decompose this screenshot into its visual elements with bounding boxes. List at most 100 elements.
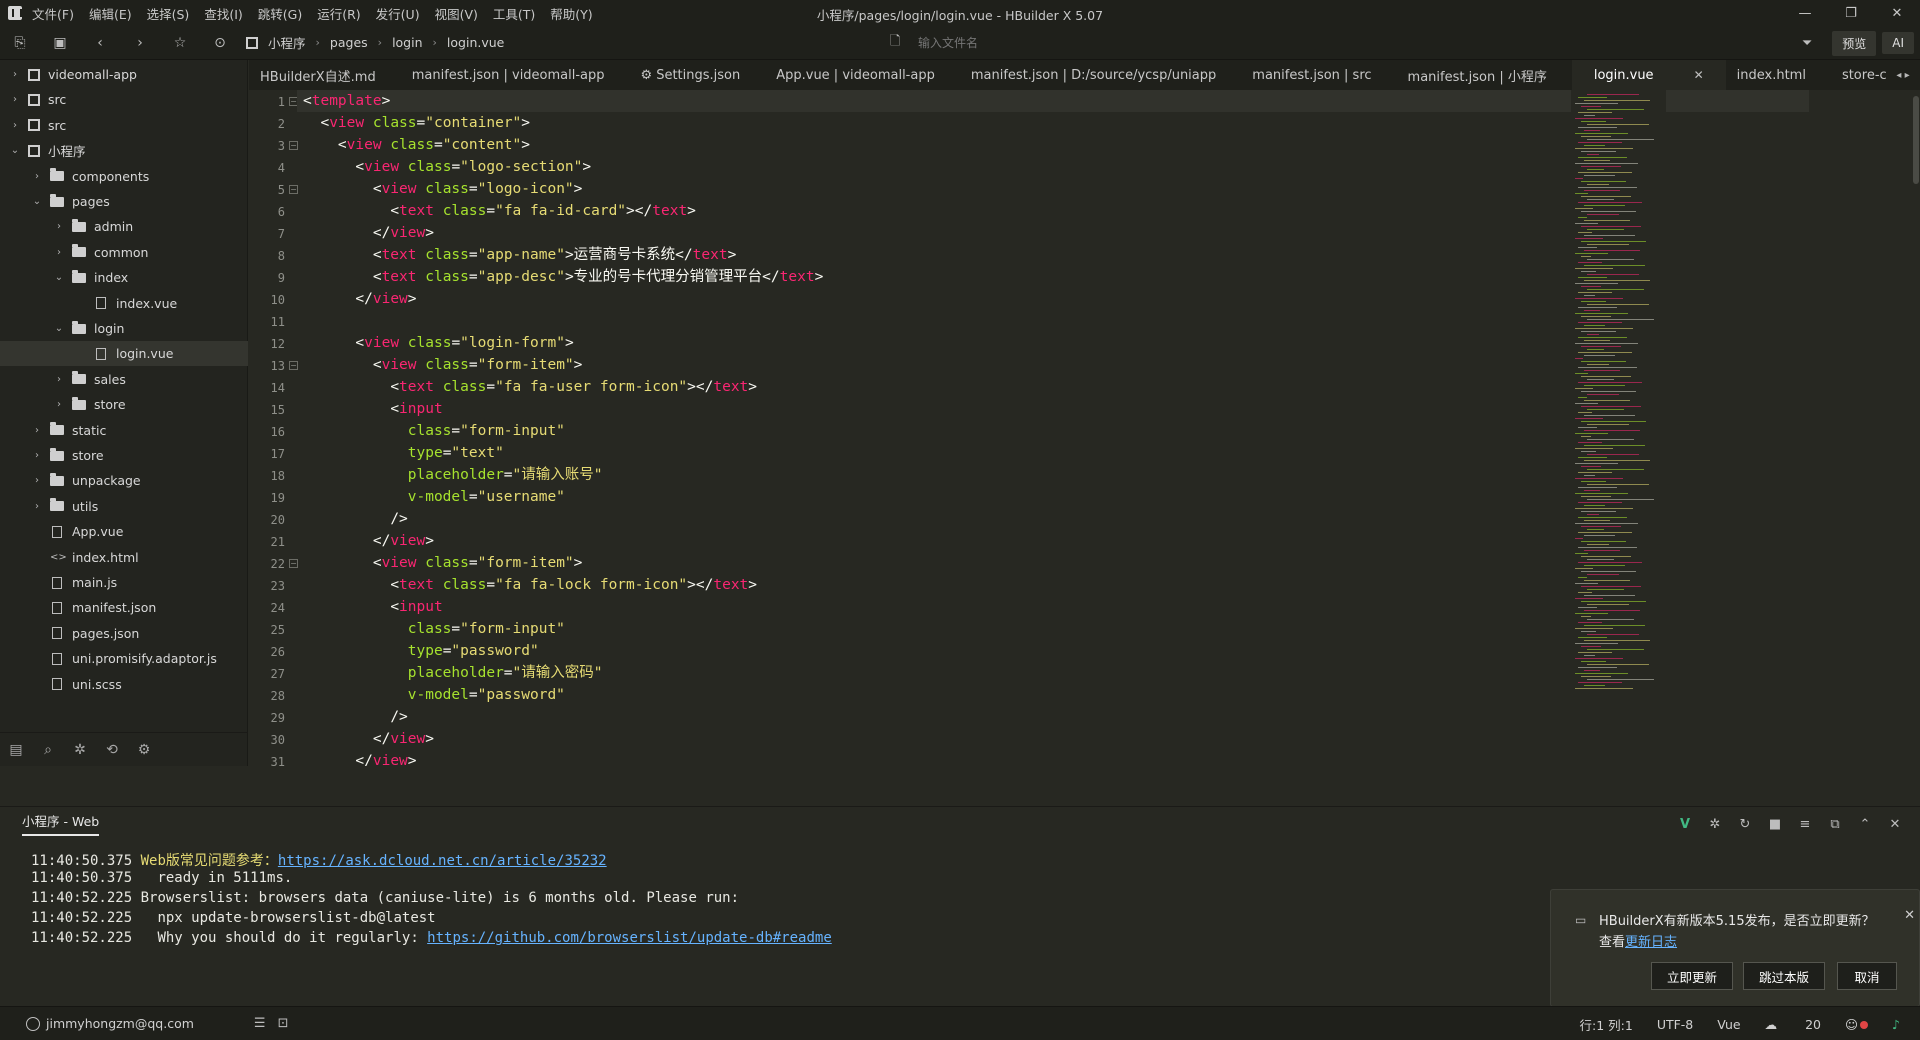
terminal-icon[interactable]: ⊡ [278,1016,289,1031]
code-line[interactable]: placeholder="请输入账号" [303,464,603,486]
project-manager-icon[interactable]: ▤ [0,742,32,758]
chevron-icon[interactable]: ⌄ [8,145,22,156]
file-search-input[interactable] [918,36,1198,50]
code-line[interactable]: <input [303,596,442,618]
code-line[interactable]: </view> [303,750,416,766]
code-line[interactable]: /> [303,706,407,728]
run-icon[interactable]: ⊙ [200,26,240,60]
editor-tab[interactable]: HBuilderX自述.md [249,60,387,90]
minimize-icon[interactable]: — [1782,0,1828,26]
tree-item[interactable]: <> index.html [0,545,248,570]
code-line[interactable]: <view class="logo-section"> [303,156,591,178]
tab-scroll-arrows[interactable]: ◂ ▸ [1886,60,1920,90]
close-popup-icon[interactable]: ✕ [1904,908,1915,923]
tree-item[interactable]: › components [0,164,248,189]
close-window-icon[interactable]: ✕ [1874,0,1920,26]
code-line[interactable]: type="password" [303,640,539,662]
code-line[interactable]: type="text" [303,442,504,464]
tree-item[interactable]: › src [0,113,248,138]
close-tab-icon[interactable]: ✕ [1694,68,1704,82]
bell-icon[interactable]: ♪ [1892,1017,1900,1032]
vue-icon[interactable]: V [1670,817,1700,832]
code-line[interactable]: <view class="form-item"> [303,354,583,376]
menu-tools[interactable]: 工具(T) [493,4,535,23]
tree-item[interactable]: uni.promisify.adaptor.js [0,646,248,671]
breadcrumb-login[interactable]: login [392,35,422,50]
minimap[interactable] [1571,90,1666,766]
editor-tab[interactable]: login.vue ✕ [1571,60,1726,90]
chevron-icon[interactable]: › [52,399,66,410]
forward-icon[interactable]: › [120,26,160,60]
editor-tab[interactable]: App.vue | videomall-app [765,60,946,90]
code-line[interactable]: v-model="username" [303,486,565,508]
tree-item[interactable]: › admin [0,214,248,239]
menu-run[interactable]: 运行(R) [317,4,360,23]
chevron-icon[interactable]: › [52,221,66,232]
menu-goto[interactable]: 跳转(G) [258,4,302,23]
code-line[interactable]: <input [303,398,442,420]
cursor-position[interactable]: 行:1 列:1 [1580,1015,1633,1034]
tree-item[interactable]: login.vue [0,341,248,367]
chevron-icon[interactable]: › [8,120,22,131]
editor-tab[interactable]: manifest.json | videomall-app [401,60,616,90]
console-tab[interactable]: 小程序 - Web [22,811,100,836]
code-line[interactable]: <view class="form-item"> [303,552,583,574]
chevron-icon[interactable]: › [30,171,44,182]
code-line[interactable]: placeholder="请输入密码" [303,662,603,684]
new-file-icon[interactable]: ⎘ [0,26,40,60]
tree-item[interactable]: › static [0,418,248,443]
skip-version-button[interactable]: 跳过本版 [1743,962,1825,990]
editor-tab[interactable]: manifest.json | D:/source/ycsp/uniapp [960,60,1227,90]
scrollbar-thumb[interactable] [1913,96,1919,184]
editor-tab[interactable]: index.html [1726,60,1817,90]
save-icon[interactable]: ▣ [40,26,80,60]
menu-view[interactable]: 视图(V) [435,4,478,23]
bookmark-star-icon[interactable]: ☆ [160,26,200,60]
restart-icon[interactable]: ↻ [1730,817,1760,832]
tree-item[interactable]: manifest.json [0,595,248,620]
editor-tab[interactable]: manifest.json | src [1241,60,1382,90]
preview-button[interactable]: 预览 [1832,30,1877,56]
fold-toggle-icon[interactable]: − [289,361,298,370]
chevron-icon[interactable]: › [30,425,44,436]
user-account[interactable]: jimmyhongzm@qq.com [26,1016,194,1031]
tree-item[interactable]: › store [0,443,248,468]
chevron-icon[interactable]: › [8,69,22,80]
code-area[interactable]: <template> <view class="container"> <vie… [297,90,1809,766]
restore-icon[interactable]: ❐ [1828,0,1874,26]
tree-item[interactable]: › src [0,87,248,112]
chevron-icon[interactable]: › [8,94,22,105]
tree-item[interactable]: App.vue [0,519,248,544]
tree-item[interactable]: ⌄ index [0,265,248,290]
stop-icon[interactable]: ■ [1760,817,1790,832]
breadcrumb-file[interactable]: login.vue [447,35,504,50]
tree-item[interactable]: › videomall-app [0,62,248,87]
filter-icon[interactable]: ⏷ [1802,36,1812,51]
breadcrumb-project[interactable]: 小程序 [268,33,306,52]
debug-bug-icon[interactable]: ✲ [64,742,96,758]
menu-file[interactable]: 文件(F) [32,4,74,23]
notification-count[interactable]: ☁ 20 [1765,1017,1821,1032]
chevron-icon[interactable]: ⌄ [52,272,66,283]
chevron-icon[interactable]: › [52,247,66,258]
breadcrumb-pages[interactable]: pages [330,35,368,50]
tree-item[interactable]: pages.json [0,621,248,646]
debug-icon[interactable]: ✲ [1700,817,1730,832]
menu-publish[interactable]: 发行(U) [376,4,420,23]
code-line[interactable]: <text class="app-name">运营商号卡系统</text> [303,244,736,266]
code-line[interactable]: /> [303,508,407,530]
fold-toggle-icon[interactable]: − [289,185,298,194]
chevron-up-icon[interactable]: ⌃ [1850,817,1880,832]
code-line[interactable]: <view class="container"> [303,112,530,134]
code-line[interactable]: class="form-input" [303,618,565,640]
tree-item[interactable]: › unpackage [0,468,248,493]
chevron-icon[interactable]: ⌄ [30,196,44,207]
chevron-icon[interactable]: › [30,450,44,461]
alert-icon[interactable]: ☺ [1845,1017,1869,1032]
code-line[interactable]: v-model="password" [303,684,565,706]
menu-find[interactable]: 查找(I) [204,4,242,23]
code-line[interactable]: <text class="fa fa-id-card"></text> [303,200,696,222]
encoding[interactable]: UTF-8 [1657,1017,1693,1032]
code-line[interactable]: <text class="fa fa-user form-icon"></tex… [303,376,757,398]
tree-item[interactable]: › store [0,392,248,417]
